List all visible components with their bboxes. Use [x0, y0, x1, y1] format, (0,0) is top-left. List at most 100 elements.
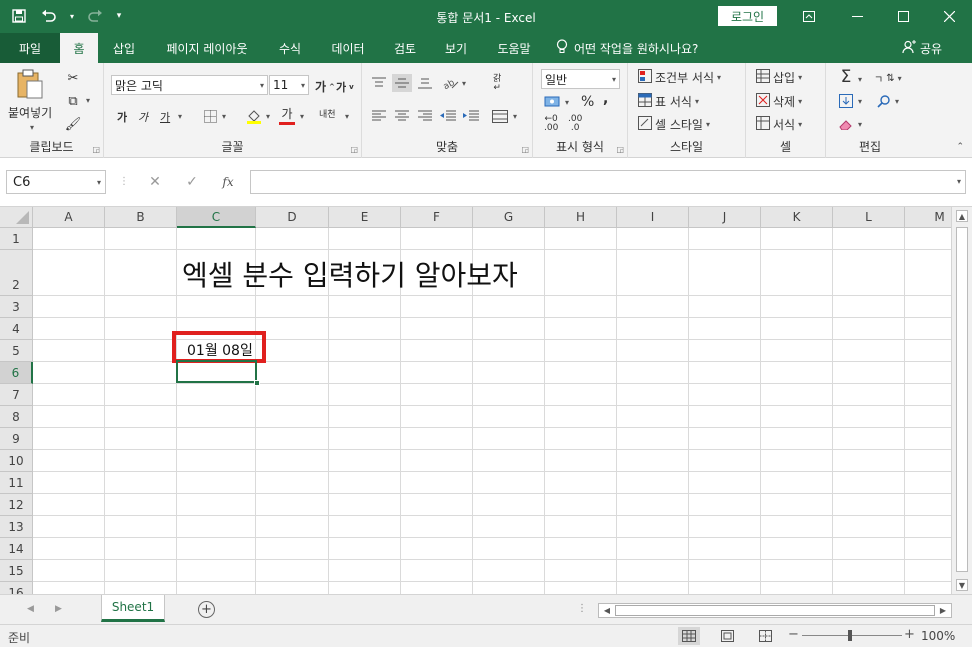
fill-handle[interactable]: [254, 380, 260, 386]
row-header-6[interactable]: 6: [0, 362, 33, 384]
top-align-icon[interactable]: [369, 74, 389, 92]
merge-center-icon[interactable]: [490, 107, 510, 125]
bottom-align-icon[interactable]: [415, 74, 435, 92]
insert-cells-button[interactable]: 삽입 ▾: [756, 69, 802, 86]
row-header-16[interactable]: 16: [0, 582, 33, 594]
conditional-formatting-button[interactable]: 조건부 서식 ▾: [638, 69, 721, 86]
font-name-combo[interactable]: 맑은 고딕 ▾: [111, 75, 268, 95]
clear-dropdown-icon[interactable]: ▾: [858, 120, 862, 129]
column-header-G[interactable]: G: [473, 207, 545, 228]
ribbon-display-options-icon[interactable]: [786, 0, 832, 33]
column-header-L[interactable]: L: [833, 207, 905, 228]
align-center-icon[interactable]: [392, 107, 412, 125]
column-header-F[interactable]: F: [401, 207, 473, 228]
cut-icon[interactable]: ✂: [63, 69, 83, 87]
worksheet-grid[interactable]: ABCDEFGHIJKLM 1 2 3 4 5 6 7 8 9 10 11 12 13 14 15 16 엑셀…: [0, 207, 951, 594]
orientation-icon[interactable]: ab: [441, 74, 461, 92]
cancel-entry-icon[interactable]: ✕: [144, 171, 166, 193]
clipboard-launcher-icon[interactable]: ◲: [92, 145, 100, 154]
shrink-font-button[interactable]: 가v: [336, 79, 354, 95]
format-cells-button[interactable]: 서식 ▾: [756, 116, 802, 133]
scroll-left-icon[interactable]: ◀: [601, 605, 613, 616]
row-header-4[interactable]: 4: [0, 318, 33, 340]
column-header-J[interactable]: J: [689, 207, 761, 228]
cell-C2[interactable]: 엑셀 분수 입력하기 알아보자: [182, 254, 518, 294]
column-header-D[interactable]: D: [256, 207, 329, 228]
row-header-10[interactable]: 10: [0, 450, 33, 472]
tell-me-search[interactable]: 어떤 작업을 원하시나요?: [556, 33, 698, 63]
minimize-icon[interactable]: [834, 0, 880, 33]
decrease-indent-icon[interactable]: [438, 107, 458, 125]
copy-icon[interactable]: ⧉: [63, 92, 83, 110]
italic-button[interactable]: 가: [138, 109, 148, 125]
expand-formula-bar-icon[interactable]: ▾: [957, 177, 961, 186]
zoom-in-icon[interactable]: +: [904, 627, 915, 642]
zoom-slider-knob[interactable]: [848, 630, 852, 641]
fill-dropdown-icon[interactable]: ▾: [858, 97, 862, 106]
close-icon[interactable]: [926, 0, 972, 33]
find-select-dropdown-icon[interactable]: ▾: [895, 97, 899, 106]
find-select-icon[interactable]: [874, 92, 894, 110]
cell-styles-button[interactable]: 셀 스타일 ▾: [638, 116, 710, 133]
insert-function-button[interactable]: fx: [217, 171, 239, 193]
scroll-right-icon[interactable]: ▶: [937, 605, 949, 616]
sheet-tab-sheet1[interactable]: Sheet1: [101, 595, 165, 622]
borders-icon[interactable]: [200, 107, 220, 125]
font-color-dropdown-icon[interactable]: ▾: [300, 112, 304, 121]
fill-icon[interactable]: [836, 92, 856, 110]
wrap-text-button[interactable]: 갉 ↵: [493, 75, 501, 93]
percent-style-button[interactable]: %: [581, 94, 594, 110]
fill-color-dropdown-icon[interactable]: ▾: [266, 112, 270, 121]
middle-align-icon[interactable]: [392, 74, 412, 92]
copy-dropdown-icon[interactable]: ▾: [86, 96, 90, 105]
row-header-2[interactable]: 2: [0, 250, 33, 296]
align-left-icon[interactable]: [369, 107, 389, 125]
phonetic-button[interactable]: 내천: [319, 107, 336, 120]
column-header-K[interactable]: K: [761, 207, 833, 228]
login-button[interactable]: 로그인: [718, 6, 777, 26]
vertical-scrollbar[interactable]: ▲ ▼: [951, 207, 972, 594]
column-header-B[interactable]: B: [105, 207, 177, 228]
zoom-slider[interactable]: [802, 635, 902, 636]
column-header-H[interactable]: H: [545, 207, 617, 228]
align-right-icon[interactable]: [415, 107, 435, 125]
formula-bar-grip-icon[interactable]: ⋮: [119, 176, 129, 187]
merge-dropdown-icon[interactable]: ▾: [513, 112, 517, 121]
tab-help[interactable]: 도움말: [486, 33, 542, 63]
row-header-9[interactable]: 9: [0, 428, 33, 450]
column-header-A[interactable]: A: [33, 207, 105, 228]
row-header-12[interactable]: 12: [0, 494, 33, 516]
tab-home[interactable]: 홈: [60, 33, 98, 63]
confirm-entry-icon[interactable]: ✓: [181, 171, 203, 193]
accounting-dropdown-icon[interactable]: ▾: [565, 98, 569, 107]
row-header-1[interactable]: 1: [0, 228, 33, 250]
number-launcher-icon[interactable]: ◲: [616, 145, 624, 154]
collapse-ribbon-icon[interactable]: ⌃: [956, 142, 964, 152]
tab-page-layout[interactable]: 페이지 레이아웃: [153, 33, 261, 63]
column-header-I[interactable]: I: [617, 207, 689, 228]
alignment-launcher-icon[interactable]: ◲: [521, 145, 529, 154]
scroll-down-icon[interactable]: ▼: [956, 579, 968, 591]
add-sheet-icon[interactable]: +: [198, 601, 215, 618]
zoom-out-icon[interactable]: −: [788, 627, 799, 642]
tab-review[interactable]: 검토: [383, 33, 427, 63]
font-launcher-icon[interactable]: ◲: [350, 145, 358, 154]
page-layout-view-icon[interactable]: [716, 627, 738, 645]
formula-input[interactable]: ▾: [250, 170, 966, 194]
column-header-E[interactable]: E: [329, 207, 401, 228]
tab-data[interactable]: 데이터: [320, 33, 376, 63]
tab-file[interactable]: 파일: [0, 33, 60, 63]
zoom-level[interactable]: 100%: [921, 629, 955, 643]
maximize-icon[interactable]: [880, 0, 926, 33]
column-header-C[interactable]: C: [177, 207, 256, 228]
row-header-8[interactable]: 8: [0, 406, 33, 428]
prev-sheet-icon[interactable]: ◀: [27, 604, 34, 614]
tab-split-handle-icon[interactable]: ⋮: [577, 603, 587, 614]
paste-dropdown-icon[interactable]: ▾: [30, 123, 34, 132]
tab-formulas[interactable]: 수식: [268, 33, 312, 63]
font-size-combo[interactable]: 11 ▾: [269, 75, 309, 95]
number-format-combo[interactable]: 일반 ▾: [541, 69, 620, 89]
normal-view-icon[interactable]: [678, 627, 700, 645]
autosum-icon[interactable]: Σ: [836, 67, 856, 87]
sort-filter-button[interactable]: ㄱ ⇅ ▾: [874, 71, 902, 86]
